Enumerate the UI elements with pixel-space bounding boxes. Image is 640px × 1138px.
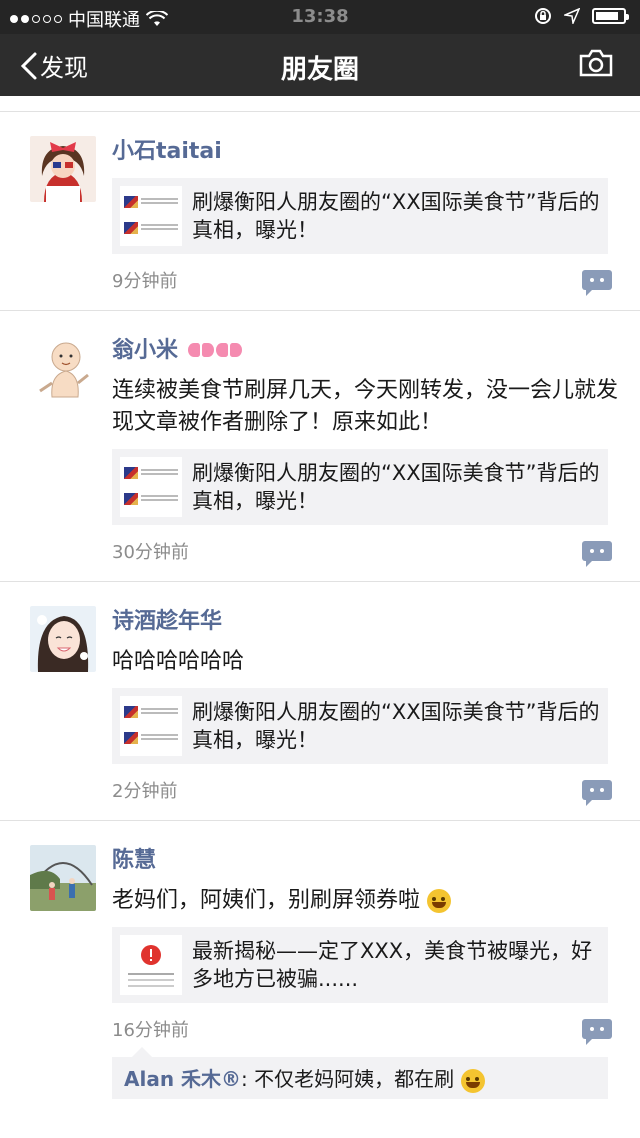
link-thumbnail [120,935,182,995]
comment-item[interactable]: Alan 禾木®: 不仅老妈阿姨，都在刷 [112,1047,608,1099]
username[interactable]: 翁小米 [112,335,618,367]
shared-link[interactable]: 刷爆衡阳人朋友圈的“XX国际美食节”背后的真相，曝光！ [112,449,608,525]
post-item: 陈慧 老妈们，阿姨们，别刷屏领券啦 最新揭秘——定了XXX，美食节被曝光，好多地… [0,821,640,1115]
post-time: 2分钟前 [112,781,178,802]
post-item: 翁小米 连续被美食节刷屏几天，今天刚转发，没一会儿就发现文章被作者删除了！原来如… [0,311,640,582]
comment-text: : 不仅老妈阿姨，都在刷 [241,1067,455,1091]
avatar[interactable] [30,136,96,202]
post-text: 连续被美食节刷屏几天，今天刚转发，没一会儿就发现文章被作者删除了！原来如此！ [112,378,619,435]
avatar[interactable] [30,606,96,672]
post-time: 16分钟前 [112,1020,189,1041]
rotation-lock-icon [535,8,551,24]
battery-level [596,12,618,20]
username[interactable]: 陈慧 [112,845,618,877]
post-meta: 9分钟前 [112,266,618,296]
link-title: 最新揭秘——定了XXX，美食节被曝光，好多地方已被骗...... [192,939,593,991]
post-item: 诗酒趁年华 哈哈哈哈哈哈 刷爆衡阳人朋友圈的“XX国际美食节”背后的真相，曝光！… [0,582,640,821]
shared-link[interactable]: 刷爆衡阳人朋友圈的“XX国际美食节”背后的真相，曝光！ [112,178,608,254]
moments-feed[interactable]: 小石taitai 刷爆衡阳人朋友圈的“XX国际美食节”背后的真相，曝光！ 9分钟… [0,96,640,1138]
avatar[interactable] [30,335,96,401]
comment-icon[interactable] [582,270,612,296]
post-meta: 30分钟前 [112,537,618,567]
location-icon [564,8,580,24]
post-time: 9分钟前 [112,271,178,292]
link-title: 刷爆衡阳人朋友圈的“XX国际美食节”背后的真相，曝光！ [192,190,600,242]
battery-icon [592,8,629,24]
post-meta: 16分钟前 [112,1015,618,1045]
comment-author[interactable]: Alan 禾木® [124,1067,241,1091]
nav-bar: 发现 朋友圈 [0,34,640,96]
post-text: 哈哈哈哈哈哈 [112,649,245,674]
comment-icon[interactable] [582,780,612,806]
username[interactable]: 诗酒趁年华 [112,606,618,638]
link-title: 刷爆衡阳人朋友圈的“XX国际美食节”背后的真相，曝光！ [192,461,600,513]
shared-link[interactable]: 最新揭秘——定了XXX，美食节被曝光，好多地方已被骗...... [112,927,608,1003]
post-meta: 2分钟前 [112,776,618,806]
comment-icon[interactable] [582,1019,612,1045]
laugh-emoji-icon [460,1068,485,1093]
link-thumbnail [120,457,182,517]
link-title: 刷爆衡阳人朋友圈的“XX国际美食节”背后的真相，曝光！ [192,700,600,752]
status-bar: 中国联通 13:38 [0,0,640,34]
feed-top-divider [0,96,640,112]
comment-icon[interactable] [582,541,612,567]
post-text: 老妈们，阿姨们，别刷屏领券啦 [112,885,618,917]
page-title: 朋友圈 [280,55,359,85]
username[interactable]: 小石taitai [112,136,618,168]
username-text: 翁小米 [112,338,179,363]
bow-emoji-icon [187,341,242,361]
status-right [534,7,629,25]
post-item: 小石taitai 刷爆衡阳人朋友圈的“XX国际美食节”背后的真相，曝光！ 9分钟… [0,112,640,311]
link-thumbnail [120,186,182,246]
camera-button[interactable] [578,48,614,82]
camera-icon [579,49,613,77]
grin-emoji-icon [427,889,452,913]
shared-link[interactable]: 刷爆衡阳人朋友圈的“XX国际美食节”背后的真相，曝光！ [112,688,608,764]
post-time: 30分钟前 [112,542,189,563]
post-text-content: 老妈们，阿姨们，别刷屏领券啦 [112,888,421,913]
avatar[interactable] [30,845,96,911]
link-thumbnail [120,696,182,756]
